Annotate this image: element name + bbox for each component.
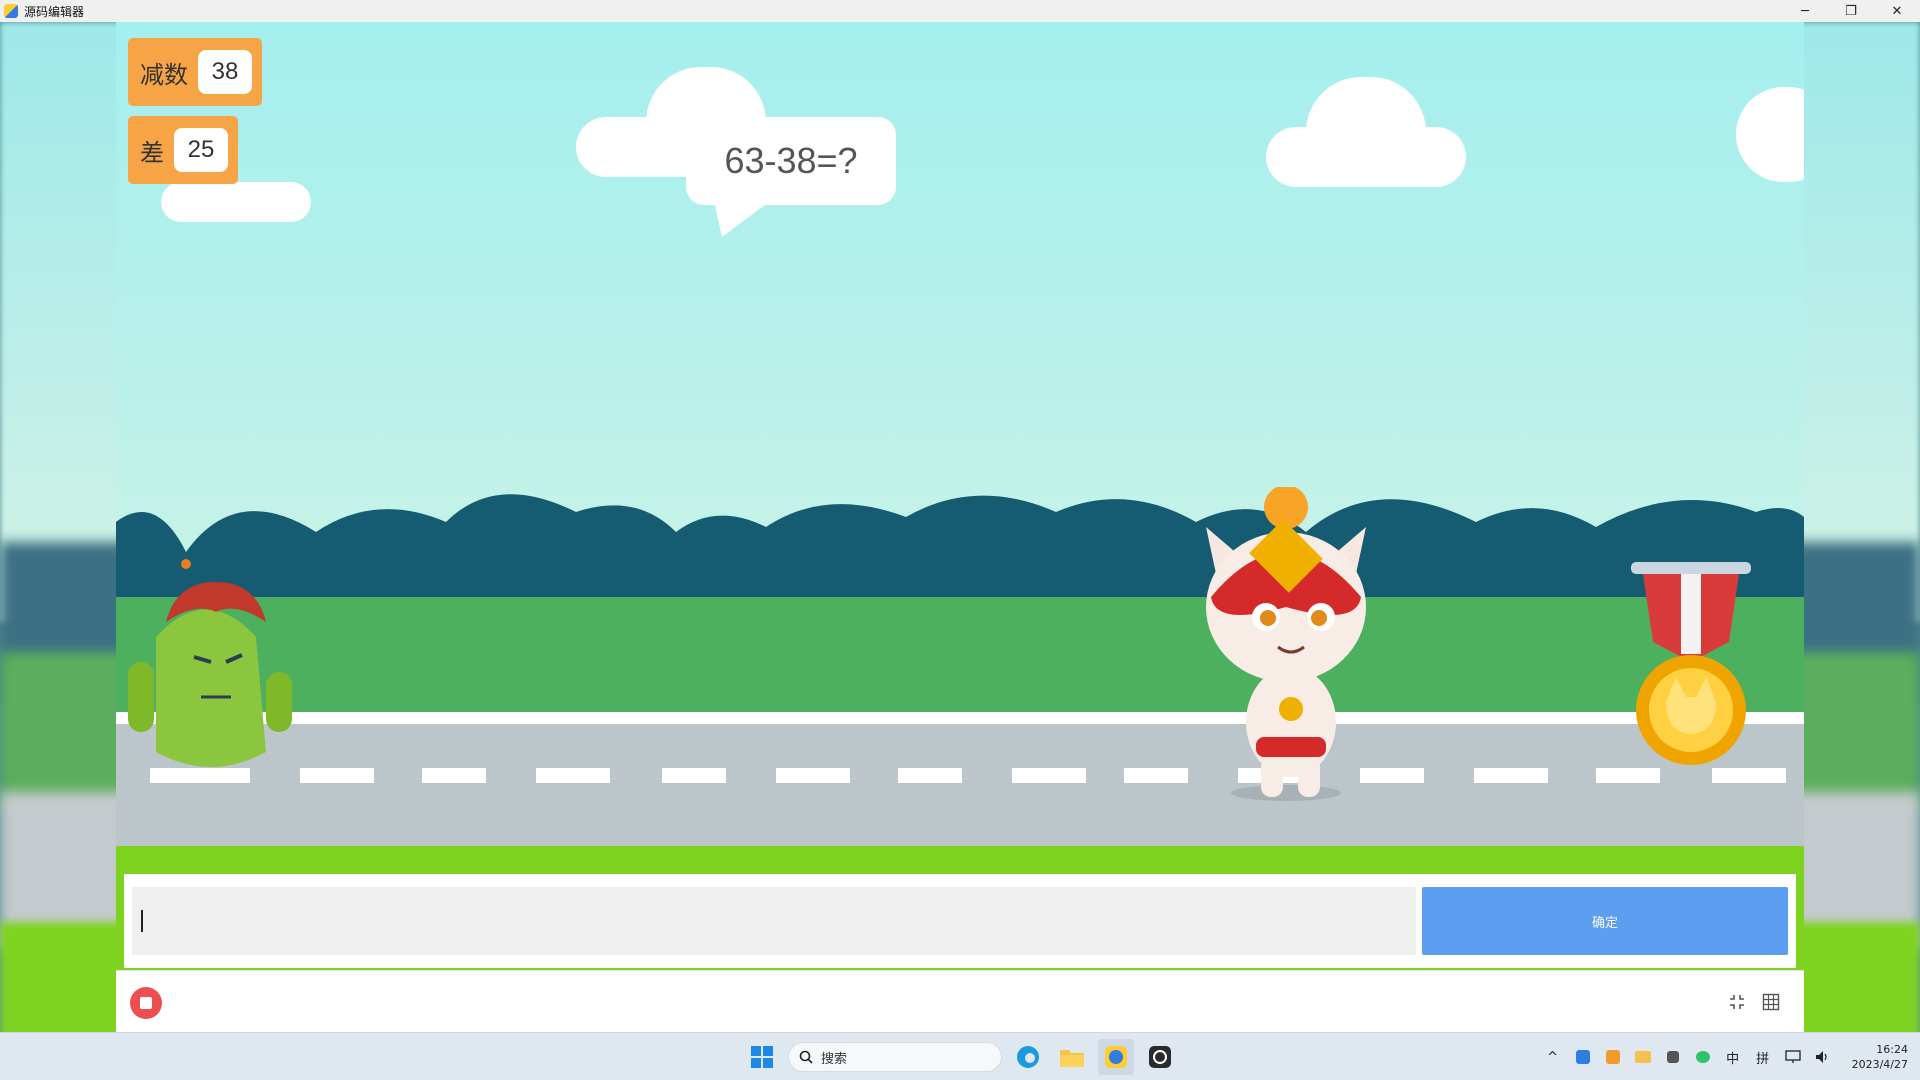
search-label: 搜索 [821, 1051, 848, 1067]
tray-app-yellow-icon[interactable] [1634, 1048, 1652, 1066]
ime-pinyin[interactable]: 拼 [1754, 1048, 1772, 1067]
variable-label: 差 [140, 138, 164, 167]
cat-hero-sprite[interactable] [1186, 487, 1386, 807]
minimize-button[interactable]: ─ [1782, 0, 1828, 22]
volume-icon[interactable] [1814, 1048, 1832, 1066]
system-tray: ^ 中 拼 16:24 2023/4/27 [1544, 1033, 1908, 1080]
taskbar-apps: 搜索 [744, 1039, 1178, 1075]
medal-sprite[interactable] [1621, 552, 1761, 782]
tray-app-blue-icon[interactable] [1574, 1048, 1592, 1066]
answer-input[interactable] [132, 887, 1416, 955]
control-bar [116, 970, 1804, 1032]
clock[interactable]: 16:24 2023/4/27 [1852, 1042, 1908, 1072]
app-icon [4, 4, 18, 18]
edge-browser-icon[interactable] [1010, 1039, 1046, 1075]
restore-button[interactable]: ❐ [1828, 0, 1874, 22]
wechat-icon[interactable] [1694, 1048, 1712, 1066]
shrink-icon[interactable] [1726, 991, 1748, 1013]
stage-bottom-strip [116, 846, 1804, 874]
code-editor-app-icon[interactable] [1098, 1039, 1134, 1075]
taskbar-search[interactable]: 搜索 [788, 1042, 1002, 1072]
clock-time: 16:24 [1876, 1043, 1908, 1056]
grid-icon[interactable] [1760, 991, 1782, 1013]
variable-subtrahend: 减数 38 [128, 38, 262, 106]
cloud [161, 182, 311, 222]
confirm-button[interactable]: 确定 [1422, 887, 1788, 955]
road-edge [116, 712, 1804, 724]
stop-icon[interactable] [130, 987, 162, 1019]
variable-value: 38 [198, 50, 252, 94]
game-stage[interactable]: 减数 38 差 25 63-38=? [116, 22, 1804, 846]
variable-label: 减数 [140, 60, 188, 89]
ime-mode[interactable]: 中 [1724, 1048, 1742, 1067]
screen-recorder-icon[interactable] [1142, 1039, 1178, 1075]
close-button[interactable]: ✕ [1874, 0, 1920, 22]
tray-app-orange-icon[interactable] [1604, 1048, 1622, 1066]
file-explorer-icon[interactable] [1054, 1039, 1090, 1075]
clock-date: 2023/4/27 [1851, 1058, 1908, 1071]
window-title: 源码编辑器 [24, 4, 85, 19]
road [116, 724, 1804, 846]
chevron-up-icon[interactable]: ^ [1544, 1048, 1562, 1066]
taskbar: 搜索 ^ 中 拼 16:24 2023/4/27 [0, 1032, 1920, 1080]
variable-difference: 差 25 [128, 116, 238, 184]
search-icon [799, 1050, 813, 1064]
window-controls: ─ ❐ ✕ [1782, 0, 1920, 22]
title-bar: 源码编辑器 ─ ❐ ✕ [0, 0, 1920, 22]
windows-start-icon[interactable] [744, 1039, 780, 1075]
variable-value: 25 [174, 128, 228, 172]
tray-app-gray-icon[interactable] [1664, 1048, 1682, 1066]
network-icon[interactable] [1784, 1048, 1802, 1066]
cloud [1266, 127, 1466, 187]
answer-panel: 确定 [116, 874, 1804, 968]
text-caret [141, 910, 143, 932]
cactus-sprite[interactable] [116, 542, 316, 782]
cloud [1736, 87, 1804, 182]
speech-bubble: 63-38=? [686, 117, 896, 205]
